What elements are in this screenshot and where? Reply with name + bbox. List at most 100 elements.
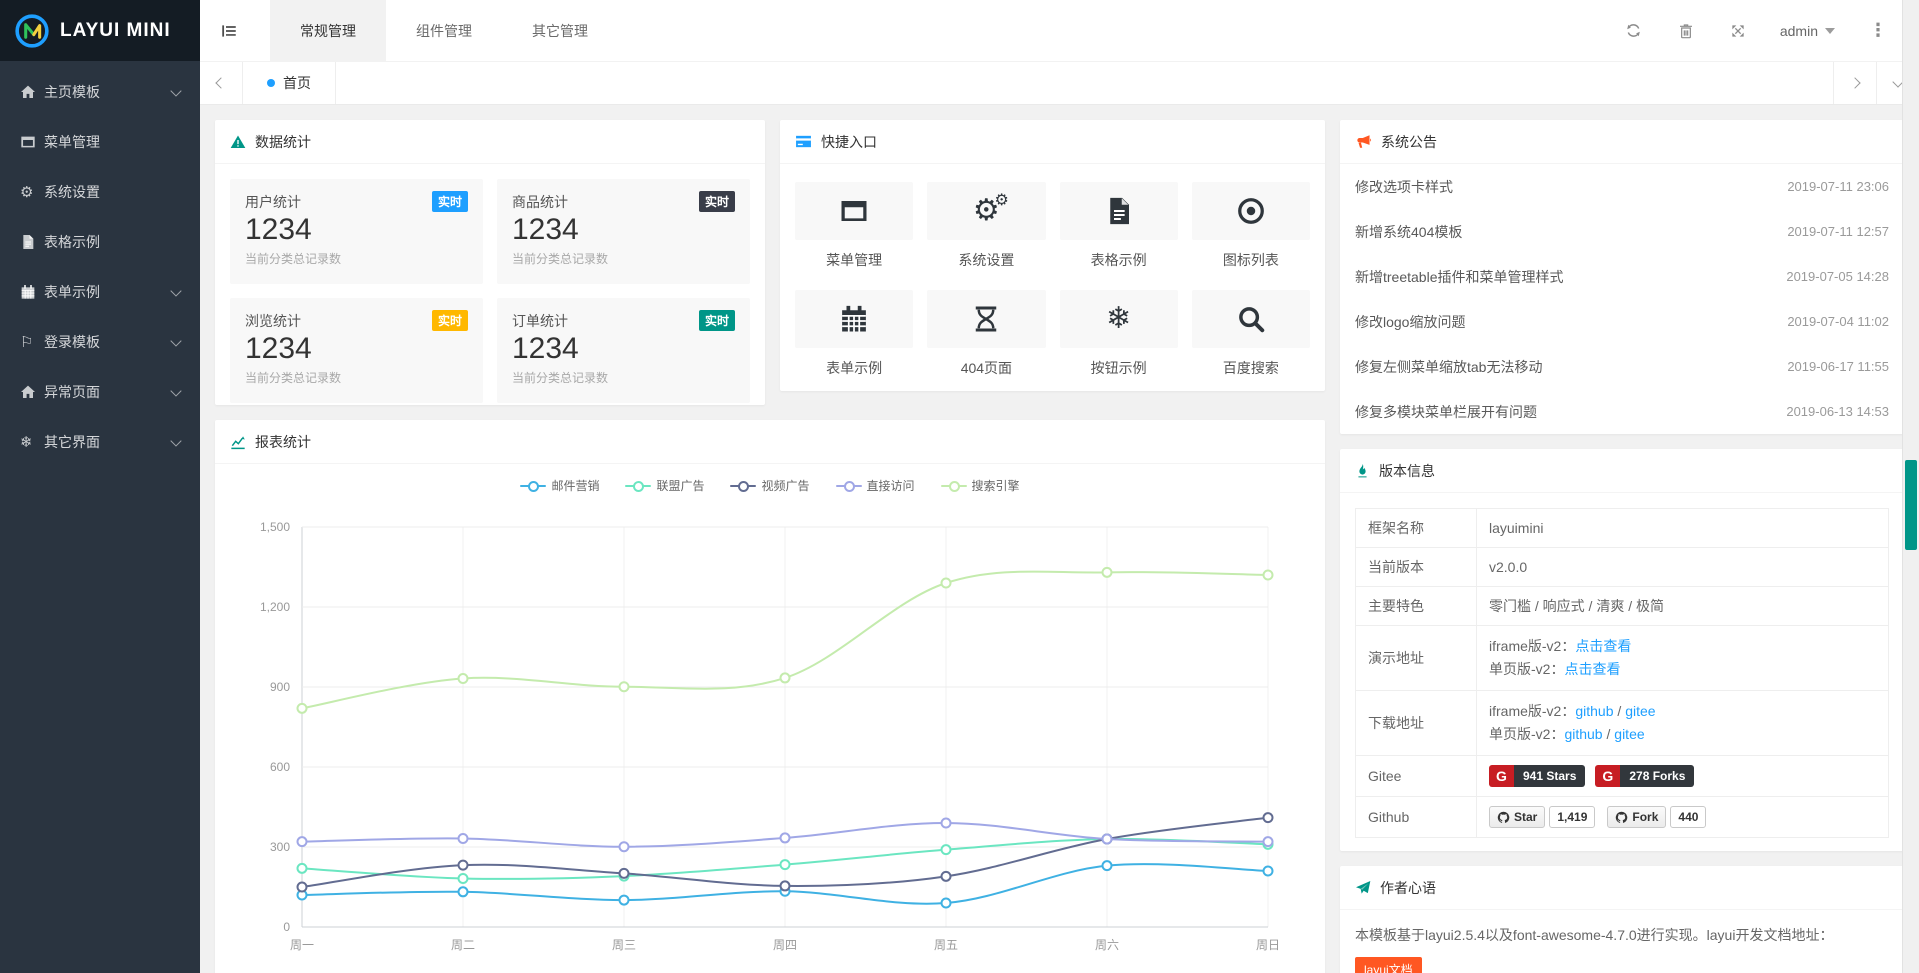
stats-card-title: 数据统计: [255, 132, 311, 152]
link-github[interactable]: github: [1575, 703, 1613, 719]
legend-item-视频广告[interactable]: 视频广告: [730, 477, 809, 494]
tabs-scroll-right-icon[interactable]: [1833, 62, 1876, 104]
clear-cache-trash-icon[interactable]: [1678, 23, 1694, 39]
stat-label: 商品统计: [512, 192, 568, 212]
author-body: 本模板基于layui2.5.4以及font-awesome-4.7.0进行实现。…: [1340, 910, 1904, 973]
quick-entry-菜单管理[interactable]: 菜单管理: [795, 182, 913, 270]
quick-entry-grid: 菜单管理⚙⚙系统设置表格示例图标列表表单示例404页面❄按钮示例百度搜索: [780, 164, 1325, 396]
version-row-value: iframe版-v2：点击查看单页版-v2：点击查看: [1477, 626, 1889, 691]
gitee-badge-label: 278 Forks: [1620, 765, 1694, 787]
gitee-badge-label: 941 Stars: [1514, 765, 1585, 787]
sidebar-item-label: 登录模板: [44, 332, 172, 352]
nav-tab-组件管理[interactable]: 组件管理: [386, 0, 502, 61]
legend-item-联盟广告[interactable]: 联盟广告: [625, 477, 704, 494]
report-chart-title: 报表统计: [255, 432, 311, 452]
version-row-label: Gitee: [1356, 756, 1477, 797]
notice-title: 修改logo缩放问题: [1355, 312, 1465, 332]
tabs-scroll-left-icon[interactable]: [200, 62, 243, 104]
legend-marker-icon: [520, 480, 546, 492]
chevron-down-icon: [170, 285, 181, 296]
page-scrollbar[interactable]: [1902, 0, 1919, 973]
svg-text:900: 900: [270, 680, 290, 694]
link-点击查看[interactable]: 点击查看: [1575, 638, 1631, 654]
link-line-prefix: 单页版-v2：: [1489, 726, 1564, 742]
sidebar-item-系统设置[interactable]: ⚙系统设置: [0, 167, 200, 217]
link-点击查看[interactable]: 点击查看: [1564, 661, 1620, 677]
tab-home[interactable]: 首页: [243, 62, 336, 104]
content-right-column: 系统公告 修改选项卡样式2019-07-11 23:06新增系统404模板201…: [1340, 120, 1904, 958]
svg-text:周日: 周日: [1256, 938, 1280, 952]
quick-entry-label: 按钮示例: [1060, 358, 1178, 378]
notice-title: 修复多模块菜单栏展开有问题: [1355, 402, 1537, 422]
notice-item[interactable]: 修复左侧菜单缩放tab无法移动2019-06-17 11:55: [1355, 344, 1889, 389]
more-menu-icon[interactable]: ⋮: [1869, 20, 1887, 41]
sidebar-item-label: 其它界面: [44, 432, 172, 452]
legend-item-直接访问[interactable]: 直接访问: [836, 477, 915, 494]
quick-entry-图标列表[interactable]: 图标列表: [1192, 182, 1310, 270]
search-icon: [1192, 290, 1310, 348]
sidebar-item-菜单管理[interactable]: 菜单管理: [0, 117, 200, 167]
quick-entry-label: 百度搜索: [1192, 358, 1310, 378]
sidebar-item-异常页面[interactable]: 异常页面: [0, 367, 200, 417]
sidebar-item-表单示例[interactable]: 表单示例: [0, 267, 200, 317]
calendar-icon: [795, 290, 913, 348]
quick-entry-表格示例[interactable]: 表格示例: [1060, 182, 1178, 270]
app-title: LAYUI MINI: [60, 20, 171, 42]
github-star-button[interactable]: Star: [1489, 806, 1545, 828]
version-row-label: 当前版本: [1356, 548, 1477, 587]
notice-card: 系统公告 修改选项卡样式2019-07-11 23:06新增系统404模板201…: [1340, 120, 1904, 434]
sidebar-item-其它界面[interactable]: ❄其它界面: [0, 417, 200, 467]
sidebar-item-主页模板[interactable]: 主页模板: [0, 67, 200, 117]
snowflake-icon: ❄: [20, 435, 44, 450]
notice-title: 新增系统404模板: [1355, 222, 1462, 242]
gitee-badge[interactable]: G278 Forks: [1595, 765, 1694, 787]
link-gitee[interactable]: gitee: [1625, 703, 1655, 719]
status-badge: 实时: [432, 310, 468, 331]
sidebar-toggle-icon[interactable]: [200, 22, 258, 40]
stat-desc: 当前分类总记录数: [512, 250, 735, 267]
gitee-badge[interactable]: G941 Stars: [1489, 765, 1585, 787]
quick-entry-百度搜索[interactable]: 百度搜索: [1192, 290, 1310, 378]
notice-item[interactable]: 修改选项卡样式2019-07-11 23:06: [1355, 164, 1889, 209]
nav-tab-其它管理[interactable]: 其它管理: [502, 0, 618, 61]
github-star-badge[interactable]: Star1,419: [1489, 806, 1595, 828]
legend-item-搜索引擎[interactable]: 搜索引擎: [941, 477, 1020, 494]
layui-doc-button[interactable]: layui文档: [1355, 957, 1422, 973]
quick-entry-404页面[interactable]: 404页面: [927, 290, 1045, 378]
fullscreen-icon[interactable]: [1730, 23, 1746, 39]
credit-card-icon: [795, 133, 812, 150]
link-github[interactable]: github: [1564, 726, 1602, 742]
legend-item-邮件营销[interactable]: 邮件营销: [520, 477, 599, 494]
notice-item[interactable]: 新增系统404模板2019-07-11 12:57: [1355, 209, 1889, 254]
flame-icon: [1355, 463, 1370, 478]
content-left-column: 数据统计 用户统计实时1234当前分类总记录数商品统计实时1234当前分类总记录…: [215, 120, 1325, 958]
version-row-label: 演示地址: [1356, 626, 1477, 691]
stat-label: 订单统计: [512, 311, 568, 331]
quick-entry-表单示例[interactable]: 表单示例: [795, 290, 913, 378]
link-gitee[interactable]: gitee: [1614, 726, 1644, 742]
notice-item[interactable]: 修复多模块菜单栏展开有问题2019-06-13 14:53: [1355, 389, 1889, 434]
refresh-icon[interactable]: [1625, 22, 1642, 39]
sidebar-item-登录模板[interactable]: ⚐登录模板: [0, 317, 200, 367]
quick-entry-按钮示例[interactable]: ❄按钮示例: [1060, 290, 1178, 378]
sidebar-item-表格示例[interactable]: 表格示例: [0, 217, 200, 267]
stat-box-用户统计: 用户统计实时1234当前分类总记录数: [230, 179, 483, 284]
version-row-value: v2.0.0: [1477, 548, 1889, 587]
app-root: LAYUI MINI 主页模板菜单管理⚙系统设置表格示例表单示例⚐登录模板异常页…: [0, 0, 1919, 973]
stat-box-商品统计: 商品统计实时1234当前分类总记录数: [497, 179, 750, 284]
version-row-value: layuimini: [1477, 509, 1889, 548]
app-logo[interactable]: LAYUI MINI: [0, 0, 200, 61]
nav-tab-常规管理[interactable]: 常规管理: [270, 0, 386, 61]
author-card-title: 作者心语: [1380, 878, 1436, 898]
user-menu[interactable]: admin: [1780, 23, 1835, 39]
version-card-title: 版本信息: [1379, 461, 1435, 481]
notice-item[interactable]: 修改logo缩放问题2019-07-04 11:02: [1355, 299, 1889, 344]
quick-entry-title: 快捷入口: [821, 132, 877, 152]
legend-label: 直接访问: [867, 477, 915, 494]
github-fork-button[interactable]: Fork: [1607, 806, 1666, 828]
notice-item[interactable]: 新增treetable插件和菜单管理样式2019-07-05 14:28: [1355, 254, 1889, 299]
quick-entry-系统设置[interactable]: ⚙⚙系统设置: [927, 182, 1045, 270]
github-fork-badge[interactable]: Fork440: [1607, 806, 1706, 828]
page-scrollbar-thumb[interactable]: [1905, 460, 1917, 550]
github-fork-count: 440: [1670, 806, 1706, 828]
